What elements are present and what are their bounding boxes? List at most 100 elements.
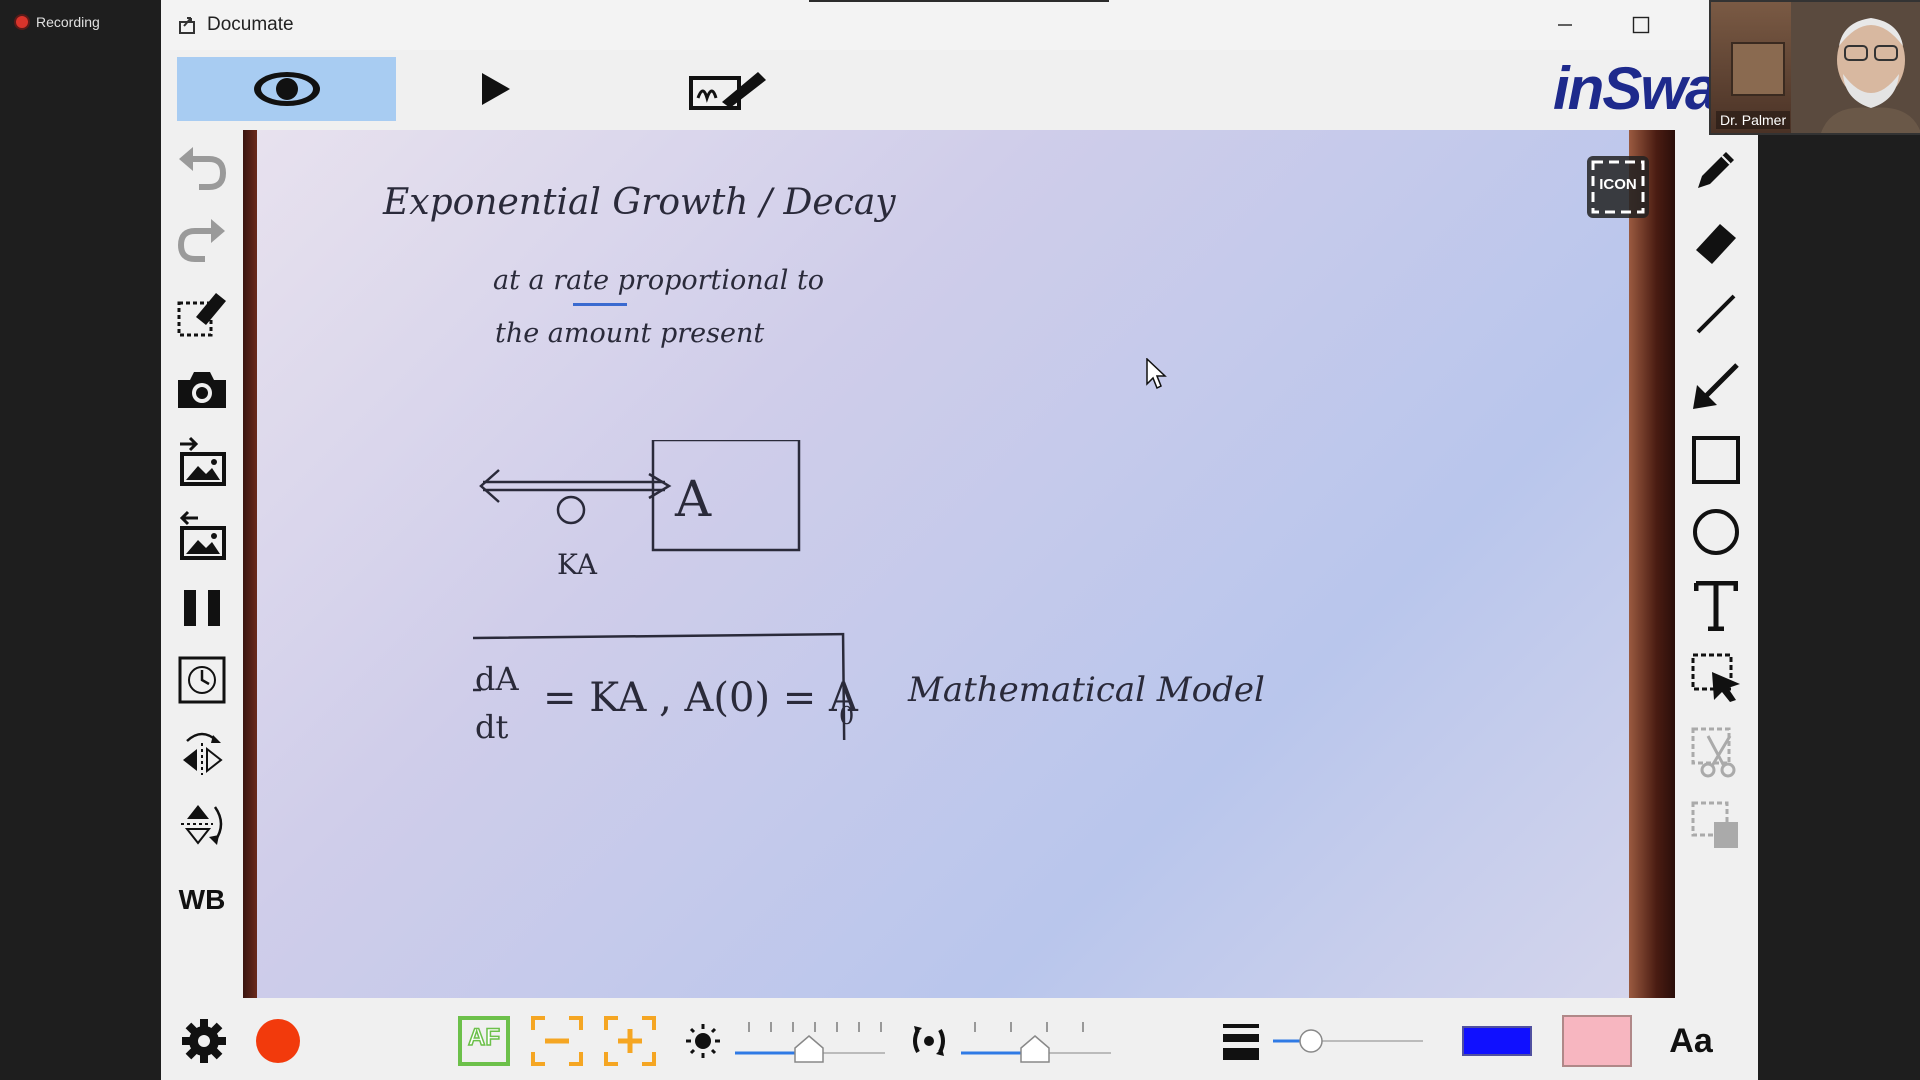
title-bar-accent [809, 0, 1109, 2]
pencil-icon [1698, 152, 1734, 188]
documate-window: Documate inSwar WB ICON Exponential Grow… [161, 0, 1758, 1080]
font-settings-button[interactable]: Aa [1661, 1014, 1721, 1068]
minimize-icon [1558, 24, 1572, 26]
copy-icon [1691, 801, 1738, 848]
capture-button[interactable] [172, 360, 232, 420]
autofocus-button[interactable]: AF [456, 1014, 512, 1068]
contrast-slider[interactable] [961, 1018, 1111, 1066]
line-width-button[interactable] [1219, 1014, 1263, 1068]
scissors-icon [1691, 727, 1736, 778]
undo-icon [179, 147, 227, 190]
ellipse-tool[interactable] [1686, 502, 1746, 562]
equation-subscript: 0 [839, 702, 855, 730]
mirror-button[interactable] [172, 722, 232, 782]
flip-vertical-icon [181, 805, 223, 845]
flip-button[interactable] [172, 794, 232, 854]
participant-video[interactable]: Dr. Palmer [1709, 0, 1920, 135]
font-settings-label: Aa [1669, 1021, 1713, 1060]
eraser-tool[interactable] [1686, 212, 1746, 272]
selection-cursor-icon [1691, 653, 1740, 702]
record-dot-icon [256, 1019, 300, 1063]
eraser-icon [1696, 224, 1736, 264]
text-tool[interactable] [1686, 576, 1746, 636]
annotate-button[interactable] [686, 64, 770, 114]
live-view-button[interactable] [177, 57, 396, 121]
recording-label: Recording [36, 14, 100, 30]
icon-badge-label: ICON [1599, 176, 1637, 193]
freeze-button[interactable] [172, 578, 232, 638]
autofocus-label: AF [467, 1023, 501, 1052]
compartment-label: A [675, 470, 712, 528]
line-icon [1696, 294, 1736, 334]
whiteboard-label: WB [178, 884, 226, 915]
icon-mode-button[interactable]: ICON [1583, 152, 1653, 222]
cut-tool[interactable] [1686, 722, 1746, 782]
bottom-toolbar: AF Aa [161, 1000, 1758, 1080]
video-wall-frame [1731, 42, 1785, 96]
timelapse-button[interactable] [172, 650, 232, 710]
line-width-icon [1223, 1024, 1259, 1060]
redo-icon [177, 219, 225, 262]
timelapse-icon [178, 656, 226, 704]
redo-button[interactable] [172, 210, 232, 270]
rate-underline [573, 303, 627, 306]
zoom-in-button[interactable] [602, 1014, 658, 1068]
line-width-slider[interactable] [1273, 1026, 1423, 1056]
select-tool[interactable] [1686, 648, 1746, 708]
handwritten-line-1: at a rate proportional to [493, 265, 825, 296]
fill-color-swatch [1562, 1015, 1632, 1067]
rectangle-tool[interactable] [1686, 430, 1746, 490]
eraser-select-icon [177, 293, 226, 337]
clear-annotations-button[interactable] [172, 284, 232, 344]
settings-button[interactable] [177, 1014, 231, 1068]
line-color-swatch [1462, 1026, 1532, 1056]
brightness-button[interactable] [683, 1014, 723, 1068]
recording-dot-icon [16, 16, 28, 28]
handwritten-line-2: the amount present [495, 318, 765, 349]
zoom-out-button[interactable] [529, 1014, 585, 1068]
export-image-button[interactable] [172, 506, 232, 566]
import-image-button[interactable] [172, 432, 232, 492]
text-icon [1694, 581, 1738, 631]
image-export-icon [179, 510, 226, 560]
contrast-button[interactable] [909, 1014, 949, 1068]
camera-canvas[interactable]: ICON Exponential Growth / Decay at a rat… [243, 130, 1675, 998]
pen-tool[interactable] [1686, 140, 1746, 200]
undo-button[interactable] [172, 138, 232, 198]
arrow-tool[interactable] [1686, 356, 1746, 416]
whiteboard-pen-icon [689, 72, 766, 110]
circle-icon [1693, 509, 1739, 555]
model-label: Mathematical Model [908, 670, 1265, 710]
zoom-out-icon [531, 1016, 583, 1066]
equation-body: = KA , A(0) = A [543, 675, 858, 721]
whiteboard-button[interactable]: WB [172, 870, 232, 930]
recording-indicator: Recording [16, 14, 100, 30]
record-button[interactable] [251, 1014, 305, 1068]
line-color-button[interactable] [1461, 1014, 1533, 1068]
handwritten-title: Exponential Growth / Decay [383, 182, 896, 223]
camera-icon [178, 372, 226, 408]
minimize-button[interactable] [1547, 8, 1583, 42]
flip-horizontal-icon [183, 732, 223, 775]
right-wood-edge [1629, 130, 1675, 998]
fill-color-button[interactable] [1561, 1014, 1633, 1068]
app-icon [179, 17, 195, 34]
arrow-label: KA [557, 548, 598, 581]
playback-button[interactable] [471, 66, 519, 112]
mouse-cursor-icon [1146, 358, 1167, 390]
brightness-slider[interactable] [735, 1018, 885, 1066]
play-icon [482, 73, 510, 105]
line-tool[interactable] [1686, 284, 1746, 344]
copy-tool[interactable] [1686, 796, 1746, 856]
equation-numerator: dA [475, 660, 519, 698]
participant-name: Dr. Palmer [1716, 111, 1791, 129]
brightness-icon [686, 1024, 720, 1058]
participant-avatar [1821, 18, 1920, 133]
pause-icon [184, 590, 220, 626]
zoom-in-icon [604, 1016, 656, 1066]
maximize-button[interactable] [1623, 8, 1659, 42]
gear-icon [182, 1019, 226, 1063]
title-bar: Documate [161, 0, 1758, 50]
eye-icon [253, 72, 320, 106]
arrow-icon [1693, 363, 1739, 409]
